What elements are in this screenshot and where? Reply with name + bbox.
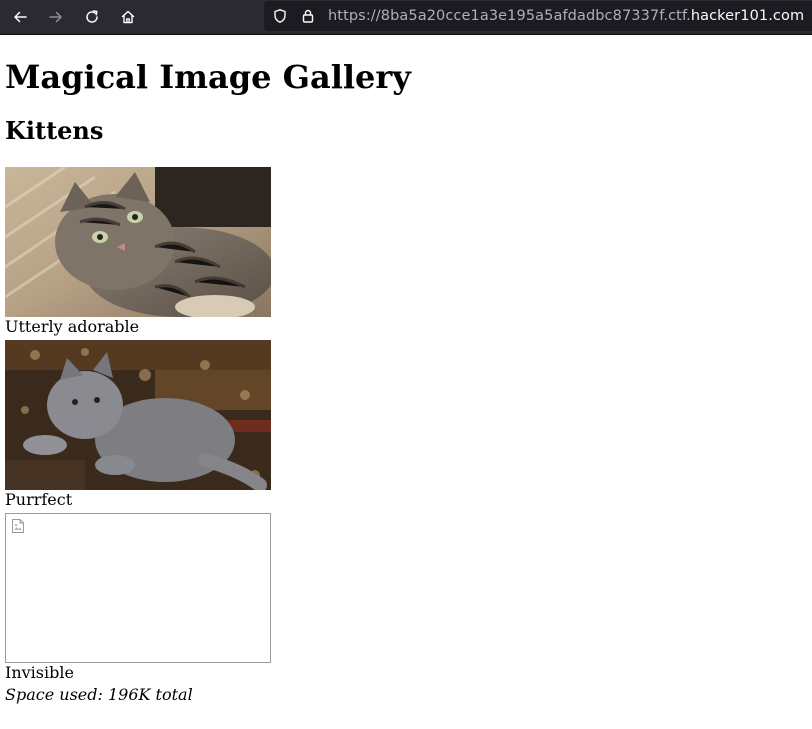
reload-icon: [86, 10, 98, 23]
url-prefix: https://8ba5a20cce1a3e195a5afdadbc87337f…: [328, 8, 691, 24]
gallery-item: Purrfect: [5, 340, 271, 510]
url-bar[interactable]: https://8ba5a20cce1a3e195a5afdadbc87337f…: [264, 1, 812, 31]
section-title: Kittens: [5, 116, 104, 145]
home-button[interactable]: [114, 4, 142, 30]
broken-image-icon: [12, 519, 24, 533]
reload-button[interactable]: [78, 4, 106, 30]
browser-toolbar: https://8ba5a20cce1a3e195a5afdadbc87337f…: [0, 0, 812, 35]
space-used-note: Space used: 196K total: [5, 685, 193, 704]
home-icon: [121, 10, 135, 24]
kitten-photo-tabby: [5, 167, 271, 317]
shield-icon[interactable]: [272, 8, 288, 24]
back-arrow-icon: [14, 11, 27, 23]
image-caption: Utterly adorable: [5, 317, 140, 336]
gallery-item: Utterly adorable: [5, 167, 271, 337]
url-text[interactable]: https://8ba5a20cce1a3e195a5afdadbc87337f…: [328, 8, 804, 24]
forward-arrow-icon: [49, 11, 62, 23]
kitten-photo-grey: [5, 340, 271, 490]
image-caption: Invisible: [5, 663, 74, 682]
gallery-item: Invisible: [5, 513, 271, 683]
image-caption: Purrfect: [5, 490, 73, 509]
forward-button[interactable]: [42, 4, 70, 30]
back-button[interactable]: [6, 4, 34, 30]
url-domain: hacker101.com: [690, 8, 805, 24]
page-title: Magical Image Gallery: [5, 58, 411, 96]
broken-image: [5, 513, 271, 663]
lock-icon[interactable]: [300, 8, 316, 24]
